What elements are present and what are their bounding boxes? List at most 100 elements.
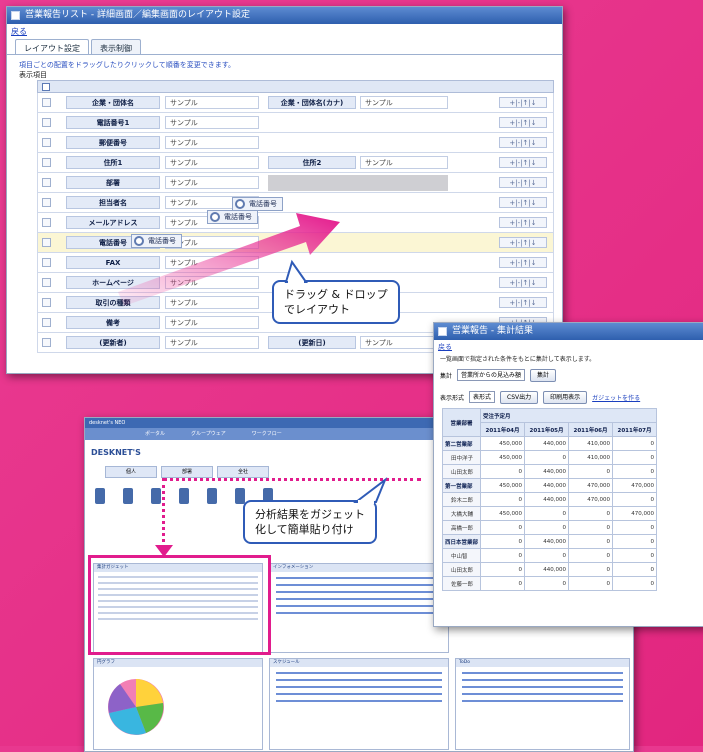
app-icon[interactable]	[207, 488, 217, 504]
layout-row[interactable]: FAX サンプル +|-|↑|↓	[37, 253, 554, 273]
drag-handle-icon[interactable]	[42, 118, 51, 127]
drag-handle-icon[interactable]	[42, 198, 51, 207]
report-description: 一覧画面で指定された条件をもとに集計して表示します。	[440, 356, 596, 363]
value-cell: 470,000	[612, 506, 658, 521]
field-label[interactable]: 備考	[66, 316, 160, 329]
field-label[interactable]: 住所2	[268, 156, 356, 169]
layout-row[interactable]: 部署 サンプル +|-|↑|↓	[37, 173, 554, 193]
dragged-field-chip[interactable]: 電話番号	[207, 210, 258, 224]
field-label[interactable]: 住所1	[66, 156, 160, 169]
field-label[interactable]: 企業・団体名(カナ)	[268, 96, 356, 109]
drag-handle-icon[interactable]	[42, 278, 51, 287]
layout-row[interactable]: 郵便番号 サンプル +|-|↑|↓	[37, 133, 554, 153]
drag-handle-icon[interactable]	[42, 238, 51, 247]
row-controls[interactable]: +|-|↑|↓	[499, 257, 547, 268]
todo-gadget: ToDo	[455, 658, 630, 750]
value-cell: 450,000	[480, 436, 526, 451]
aggregate-button[interactable]: 集計	[530, 368, 557, 382]
drag-handle-icon[interactable]	[42, 298, 51, 307]
dragged-field-chip[interactable]: 電話番号	[131, 234, 182, 248]
tab-personal[interactable]: 個人	[105, 466, 158, 478]
field-label[interactable]: 電話番号1	[66, 116, 160, 129]
field-label[interactable]: (更新日)	[268, 336, 356, 349]
layout-row[interactable]: 企業・団体名 サンプル 企業・団体名(カナ) サンプル +|-|↑|↓	[37, 93, 554, 113]
value-cell: 0	[524, 450, 570, 465]
row-controls[interactable]: +|-|↑|↓	[499, 157, 547, 168]
layout-row[interactable]: 電話番号 サンプル +|-|↑|↓	[37, 233, 554, 253]
back-link[interactable]: 戻る	[7, 24, 562, 37]
drag-handle-icon[interactable]	[42, 158, 51, 167]
row-controls[interactable]: +|-|↑|↓	[499, 177, 547, 188]
row-controls[interactable]: +|-|↑|↓	[499, 217, 547, 228]
nav-item-portal[interactable]: ポータル	[145, 428, 165, 440]
tab-company[interactable]: 全社	[217, 466, 270, 478]
column-group-header: 受注予定月	[480, 408, 658, 423]
empty-drop-slot[interactable]	[268, 175, 448, 191]
field-label[interactable]: 郵便番号	[66, 136, 160, 149]
tab-layout[interactable]: レイアウト設定	[15, 39, 89, 54]
layout-row[interactable]: 担当者名 サンプル +|-|↑|↓	[37, 193, 554, 213]
filter-select[interactable]: 営業所からの見込み額	[457, 369, 526, 381]
drag-handle-icon[interactable]	[42, 138, 51, 147]
value-cell: 0	[568, 506, 614, 521]
app-icon[interactable]	[95, 488, 105, 504]
column-header: 2011年06月	[568, 422, 614, 437]
app-icon[interactable]	[123, 488, 133, 504]
field-sample-value: サンプル	[165, 256, 259, 269]
window-title: 営業報告リスト - 詳細画面／編集画面のレイアウト設定	[25, 10, 250, 20]
row-controls[interactable]: +|-|↑|↓	[499, 137, 547, 148]
drag-handle-icon[interactable]	[42, 338, 51, 347]
nav-item-workflow[interactable]: ワークフロー	[252, 428, 282, 440]
field-label[interactable]: 部署	[66, 176, 160, 189]
layout-row[interactable]: 住所1 サンプル 住所2 サンプル +|-|↑|↓	[37, 153, 554, 173]
csv-export-button[interactable]: CSV出力	[500, 390, 539, 404]
app-icon[interactable]	[179, 488, 189, 504]
field-label[interactable]: 取引の種類	[66, 296, 160, 309]
field-sample-value: サンプル	[165, 176, 259, 189]
nav-item-groupware[interactable]: グループウェア	[191, 428, 226, 440]
window-icon	[11, 11, 20, 20]
row-controls[interactable]: +|-|↑|↓	[499, 237, 547, 248]
tab-department[interactable]: 部署	[161, 466, 214, 478]
row-controls[interactable]: +|-|↑|↓	[499, 297, 547, 308]
drag-handle-icon[interactable]	[42, 258, 51, 267]
view-select[interactable]: 表形式	[469, 391, 496, 403]
row-controls[interactable]: +|-|↑|↓	[499, 117, 547, 128]
field-label[interactable]: メールアドレス	[66, 216, 160, 229]
value-cell: 440,000	[524, 534, 570, 549]
value-cell: 0	[480, 548, 526, 563]
select-all-checkbox[interactable]	[42, 83, 50, 91]
gadget-title: スケジュール	[270, 659, 448, 667]
field-label[interactable]: FAX	[66, 256, 160, 269]
field-label[interactable]: ホームページ	[66, 276, 160, 289]
section-label: 表示項目	[19, 71, 47, 79]
dotted-connector-vertical	[162, 478, 165, 548]
drag-handle-icon[interactable]	[42, 318, 51, 327]
layout-row[interactable]: 電話番号1 サンプル +|-|↑|↓	[37, 113, 554, 133]
value-cell: 0	[480, 492, 526, 507]
drag-handle-icon[interactable]	[42, 218, 51, 227]
field-label[interactable]: (更新者)	[66, 336, 160, 349]
drag-handle-icon[interactable]	[42, 98, 51, 107]
table-row: 第一営業部 450,000 440,000 470,000 470,000	[441, 478, 658, 493]
layout-row[interactable]: メールアドレス サンプル +|-|↑|↓	[37, 213, 554, 233]
pie-chart-gadget: 円グラフ	[93, 658, 263, 750]
row-controls[interactable]: +|-|↑|↓	[499, 197, 547, 208]
row-controls[interactable]: +|-|↑|↓	[499, 97, 547, 108]
value-cell: 410,000	[568, 436, 614, 451]
create-gadget-link[interactable]: ガジェットを作る	[592, 393, 640, 402]
value-cell: 440,000	[524, 562, 570, 577]
row-controls[interactable]: +|-|↑|↓	[499, 277, 547, 288]
print-view-button[interactable]: 印刷用表示	[543, 390, 588, 404]
tab-display-control[interactable]: 表示制御	[91, 39, 141, 54]
dragged-field-chip[interactable]: 電話番号	[232, 197, 283, 211]
app-icon[interactable]	[235, 488, 245, 504]
app-icon[interactable]	[151, 488, 161, 504]
report-back-link[interactable]: 戻る	[434, 340, 703, 352]
table-row: 第二営業部 450,000 440,000 410,000 0	[441, 436, 658, 451]
table-row: 鈴木二郎 0 440,000 470,000 0	[441, 492, 658, 507]
field-label[interactable]: 担当者名	[66, 196, 160, 209]
field-label[interactable]: 企業・団体名	[66, 96, 160, 109]
drag-handle-icon[interactable]	[42, 178, 51, 187]
value-cell: 0	[612, 450, 658, 465]
